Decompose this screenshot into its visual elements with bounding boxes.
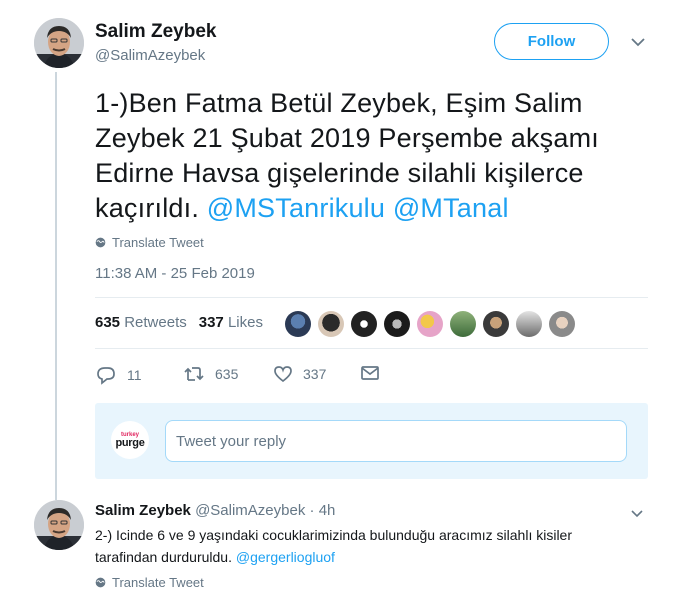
divider <box>95 297 648 298</box>
chevron-down-icon[interactable] <box>630 506 644 524</box>
translate-label: Translate Tweet <box>112 575 204 590</box>
divider <box>95 348 648 349</box>
liker-avatar[interactable] <box>516 311 542 337</box>
liker-avatar[interactable] <box>351 311 377 337</box>
likes-count: 337 <box>198 314 224 331</box>
reply-author-handle[interactable]: @SalimAzeybek <box>195 502 305 519</box>
translate-tweet-link[interactable]: Translate Tweet <box>95 575 204 590</box>
liker-avatar[interactable] <box>549 311 575 337</box>
liker-avatar[interactable] <box>417 311 443 337</box>
separator-dot: · <box>309 502 315 519</box>
mention-link[interactable]: @gergerliogluof <box>236 549 335 565</box>
current-user-avatar[interactable]: turkey purge <box>111 421 149 459</box>
retweets-label: Retweets <box>124 314 187 331</box>
retweets-stat[interactable]: 635 Retweets <box>95 314 187 331</box>
translate-tweet-link[interactable]: Translate Tweet <box>95 235 204 250</box>
liker-avatars <box>285 311 575 337</box>
engagement-stats: 635 Retweets 337 Likes <box>95 314 263 331</box>
translate-label: Translate Tweet <box>112 235 204 250</box>
globe-icon <box>95 237 106 248</box>
reply-author-avatar[interactable] <box>34 500 84 550</box>
heart-icon <box>274 366 292 383</box>
message-icon <box>361 366 379 380</box>
reply-input[interactable] <box>165 420 627 462</box>
retweet-button[interactable]: 635 <box>183 365 238 383</box>
liker-avatar[interactable] <box>450 311 476 337</box>
author-avatar[interactable] <box>34 18 84 68</box>
tweet-timestamp[interactable]: 11:38 AM - 25 Feb 2019 <box>95 265 255 282</box>
direct-message-button[interactable] <box>360 365 380 381</box>
author-name[interactable]: Salim Zeybek <box>95 21 216 43</box>
mention-link[interactable]: @MSTanrikulu <box>207 193 385 223</box>
reply-age[interactable]: 4h <box>319 502 336 519</box>
avatar-text: purge <box>115 436 145 449</box>
reply-author-name[interactable]: Salim Zeybek <box>95 502 191 519</box>
reply-count: 11 <box>127 367 142 383</box>
follow-button[interactable]: Follow <box>494 23 609 60</box>
liker-avatar[interactable] <box>318 311 344 337</box>
likes-label: Likes <box>227 314 263 331</box>
reply-tweet-text: 2-) Icinde 6 ve 9 yaşındaki cocuklarimiz… <box>95 524 635 568</box>
reply-icon <box>97 367 115 385</box>
mention-link[interactable]: @MTanal <box>393 193 509 223</box>
reply-composer: turkey purge <box>95 403 648 479</box>
retweet-count: 635 <box>215 366 239 382</box>
globe-icon <box>95 577 106 588</box>
thread-line <box>55 72 57 500</box>
tweet-text: 1-)Ben Fatma Betül Zeybek, Eşim Salim Ze… <box>95 86 655 226</box>
author-handle[interactable]: @SalimAzeybek <box>95 47 205 64</box>
reply-tweet-header: Salim Zeybek @SalimAzeybek · 4h <box>95 502 335 519</box>
like-button[interactable]: 337 <box>273 365 326 383</box>
liker-avatar[interactable] <box>483 311 509 337</box>
liker-avatar[interactable] <box>285 311 311 337</box>
likes-stat[interactable]: 337 Likes <box>199 314 263 331</box>
retweets-count: 635 <box>95 314 121 331</box>
like-count: 337 <box>303 366 327 382</box>
retweet-icon <box>184 367 204 381</box>
liker-avatar[interactable] <box>384 311 410 337</box>
chevron-down-icon[interactable] <box>630 35 646 53</box>
reply-button[interactable]: 11 <box>95 365 142 385</box>
